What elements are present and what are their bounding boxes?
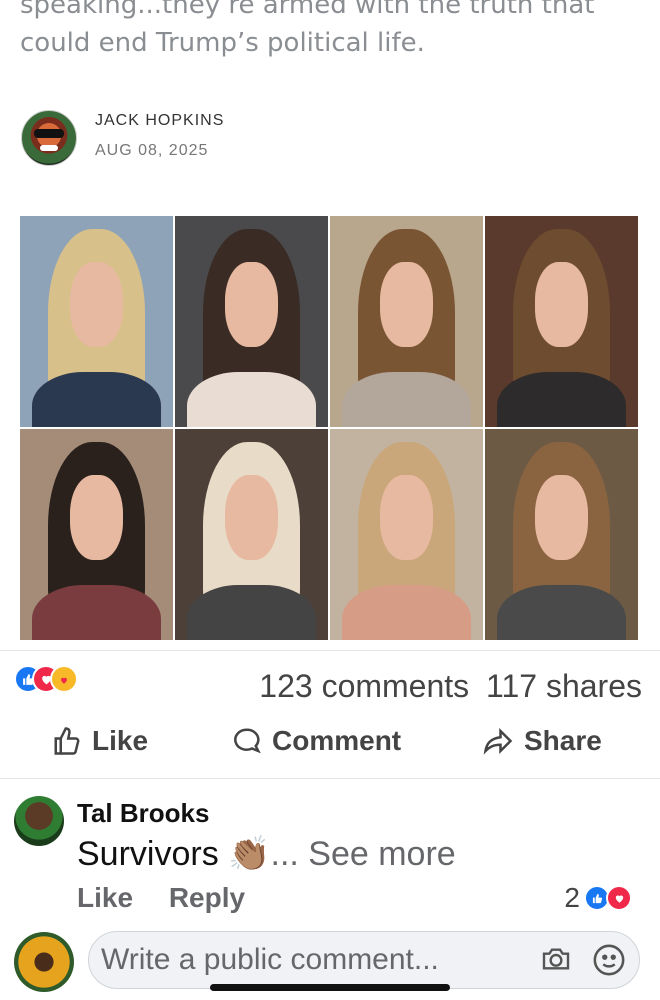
portrait-photo[interactable] bbox=[175, 429, 328, 640]
portrait-face bbox=[225, 475, 278, 560]
share-label: Share bbox=[524, 725, 602, 756]
portrait-face bbox=[535, 475, 588, 560]
portrait-photo[interactable] bbox=[485, 429, 638, 640]
composer-icons bbox=[538, 943, 626, 977]
post-action-bar: Like Comment Share bbox=[0, 725, 660, 769]
portrait-body bbox=[497, 372, 626, 427]
portrait-body bbox=[32, 585, 161, 640]
portrait-body bbox=[342, 585, 471, 640]
comment-reactions[interactable]: 2 bbox=[564, 882, 632, 914]
article-text-line: speaking...they’re armed with the truth … bbox=[20, 0, 595, 20]
portrait-face bbox=[380, 475, 433, 560]
post-stats: 123 comments 117 shares bbox=[251, 668, 642, 705]
shares-count[interactable]: 117 shares bbox=[486, 668, 642, 704]
portrait-body bbox=[187, 585, 316, 640]
article-text-line: could end Trump’s political life. bbox=[20, 28, 425, 58]
portrait-body bbox=[342, 372, 471, 427]
portrait-body bbox=[187, 372, 316, 427]
portrait-photo[interactable] bbox=[330, 216, 483, 427]
reaction-icons[interactable] bbox=[14, 665, 94, 693]
emoji-icon[interactable] bbox=[592, 943, 626, 977]
portrait-photo[interactable] bbox=[330, 429, 483, 640]
portrait-face bbox=[70, 262, 123, 347]
see-more-link[interactable]: ... See more bbox=[271, 835, 456, 873]
post-date: AUG 08, 2025 bbox=[95, 142, 209, 159]
portrait-photo[interactable] bbox=[175, 216, 328, 427]
comment-text: Survivors 👏🏽... See more bbox=[77, 834, 456, 874]
portrait-photo[interactable] bbox=[20, 429, 173, 640]
current-user-avatar bbox=[14, 932, 74, 992]
share-icon bbox=[483, 727, 513, 755]
portrait-face bbox=[225, 262, 278, 347]
comment-icon bbox=[234, 728, 261, 754]
care-icon bbox=[50, 665, 78, 693]
portrait-face bbox=[70, 475, 123, 560]
comment-body: Survivors bbox=[77, 835, 219, 873]
divider bbox=[0, 778, 660, 779]
photo-collage[interactable] bbox=[20, 216, 638, 640]
portrait-face bbox=[535, 262, 588, 347]
divider bbox=[0, 650, 660, 651]
comment-label: Comment bbox=[272, 725, 402, 756]
portrait-photo[interactable] bbox=[485, 216, 638, 427]
comment-button[interactable]: Comment bbox=[232, 725, 401, 757]
home-indicator bbox=[210, 984, 450, 991]
comments-count[interactable]: 123 comments bbox=[259, 668, 469, 704]
share-button[interactable]: Share bbox=[482, 725, 602, 757]
commenter-name[interactable]: Tal Brooks bbox=[77, 798, 209, 829]
like-label: Like bbox=[92, 725, 149, 756]
comment-actions: Like Reply bbox=[77, 882, 273, 914]
clapping-emoji: 👏🏽 bbox=[228, 835, 271, 873]
comment-reaction-count: 2 bbox=[564, 882, 580, 913]
like-button[interactable]: Like bbox=[52, 725, 148, 757]
comment-reply-button[interactable]: Reply bbox=[169, 882, 245, 913]
camera-icon[interactable] bbox=[538, 943, 574, 975]
portrait-body bbox=[497, 585, 626, 640]
commenter-avatar[interactable] bbox=[14, 796, 64, 846]
love-icon bbox=[606, 885, 632, 911]
portrait-photo[interactable] bbox=[20, 216, 173, 427]
portrait-body bbox=[32, 372, 161, 427]
author-avatar[interactable] bbox=[21, 110, 77, 166]
author-name[interactable]: JACK HOPKINS bbox=[95, 112, 224, 130]
comment-like-button[interactable]: Like bbox=[77, 882, 133, 913]
portrait-face bbox=[380, 262, 433, 347]
thumbs-up-icon bbox=[54, 727, 80, 755]
